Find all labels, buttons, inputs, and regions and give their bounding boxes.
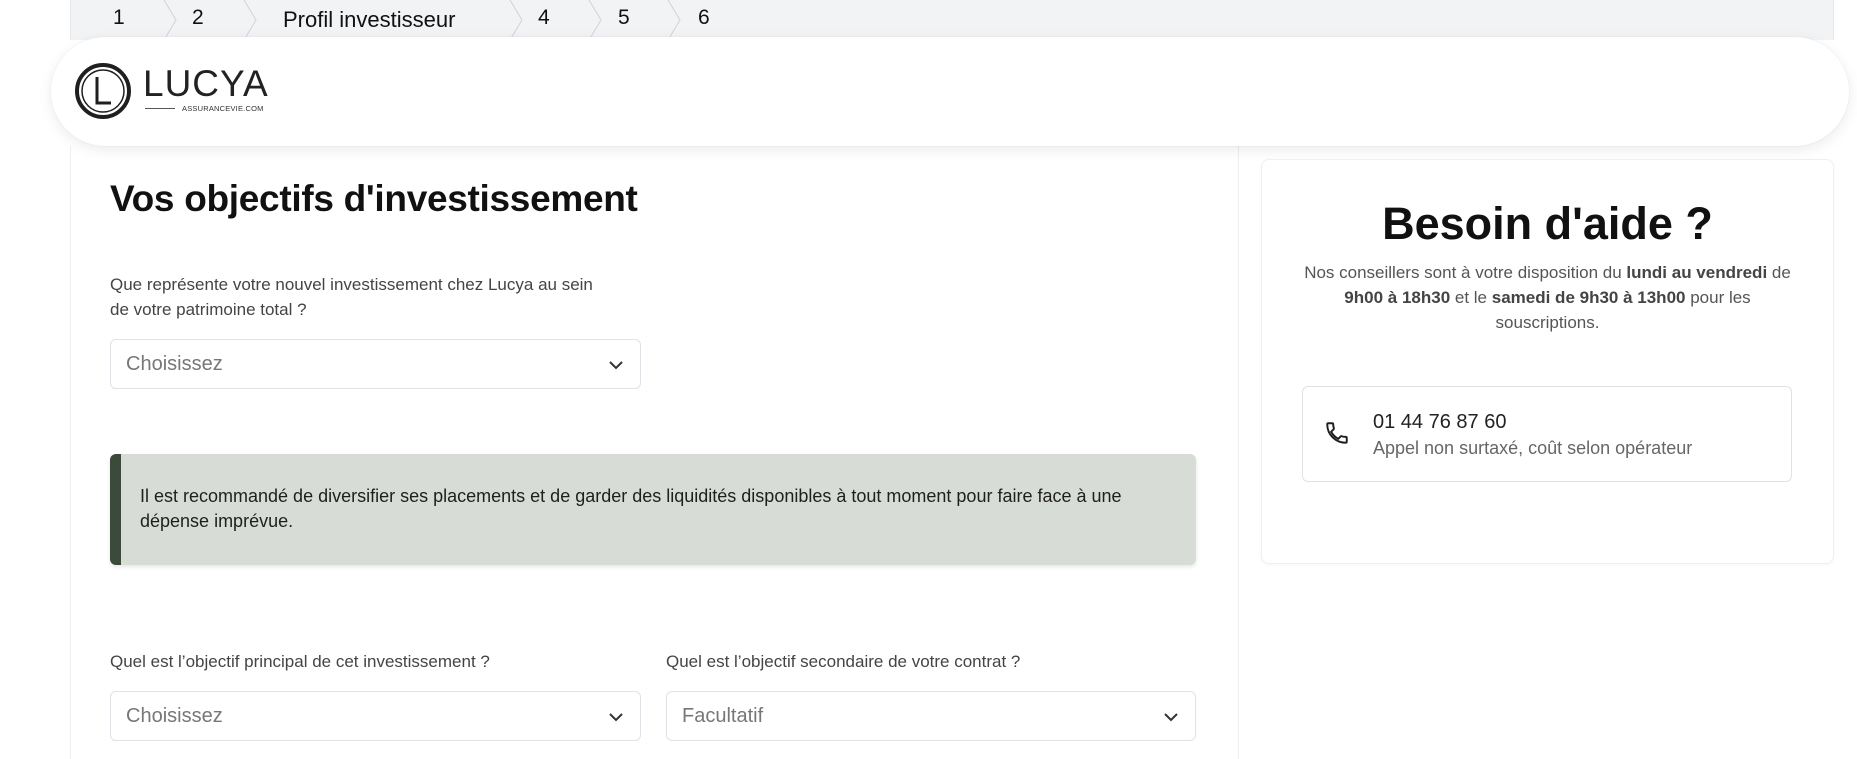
step-separator	[163, 0, 177, 40]
stepper: 1 2 Profil investisseur 4 5 6	[70, 0, 1834, 40]
question-2-label: Quel est l’objectif principal de cet inv…	[110, 652, 490, 671]
step-5[interactable]: 5	[618, 6, 630, 30]
step-3-current[interactable]: Profil investisseur	[283, 7, 455, 33]
page-title: Vos objectifs d'investissement	[110, 178, 638, 219]
select-placeholder: Choisissez	[126, 353, 223, 375]
secondary-objective-select[interactable]: Facultatif	[666, 691, 1196, 741]
logo-text: LUCYA	[143, 63, 269, 104]
phone-note: Appel non surtaxé, coût selon opérateur	[1373, 438, 1693, 458]
info-callout: Il est recommandé de diversifier ses pla…	[110, 454, 1196, 565]
chevron-down-icon	[608, 710, 624, 722]
help-description: Nos conseillers sont à votre disposition…	[1304, 263, 1791, 332]
chevron-down-icon	[1163, 710, 1179, 722]
header: LUCYA ASSURANCEVIE.COM	[51, 37, 1849, 146]
callout-text: Il est recommandé de diversifier ses pla…	[140, 486, 1122, 531]
step-2[interactable]: 2	[192, 6, 204, 30]
select-placeholder: Facultatif	[682, 705, 764, 727]
logo-divider	[145, 108, 175, 109]
question-3-label: Quel est l’objectif secondaire de votre …	[666, 652, 1021, 671]
step-separator	[243, 0, 257, 40]
phone-contact[interactable]: 01 44 76 87 60 Appel non surtaxé, coût s…	[1302, 386, 1792, 482]
logo-subtitle: ASSURANCEVIE.COM	[182, 104, 264, 113]
patrimoine-share-select[interactable]: Choisissez	[110, 339, 641, 389]
callout-accent-bar	[110, 454, 121, 565]
step-6[interactable]: 6	[698, 6, 710, 30]
question-1-label: Que représente votre nouvel investisseme…	[110, 275, 593, 319]
chevron-down-icon	[608, 358, 624, 370]
main-objective-select[interactable]: Choisissez	[110, 691, 641, 741]
phone-number[interactable]: 01 44 76 87 60	[1373, 411, 1506, 434]
step-separator	[588, 0, 602, 40]
brand-logo[interactable]: LUCYA ASSURANCEVIE.COM	[73, 61, 273, 125]
help-title: Besoin d'aide ?	[1382, 198, 1713, 249]
logo-mark-icon	[75, 63, 131, 119]
select-placeholder: Choisissez	[126, 705, 223, 727]
step-1[interactable]: 1	[113, 6, 125, 30]
step-separator	[509, 0, 523, 40]
step-4[interactable]: 4	[538, 6, 550, 30]
phone-icon	[1324, 420, 1350, 446]
help-card: Besoin d'aide ? Nos conseillers sont à v…	[1261, 159, 1834, 564]
step-separator	[667, 0, 681, 40]
